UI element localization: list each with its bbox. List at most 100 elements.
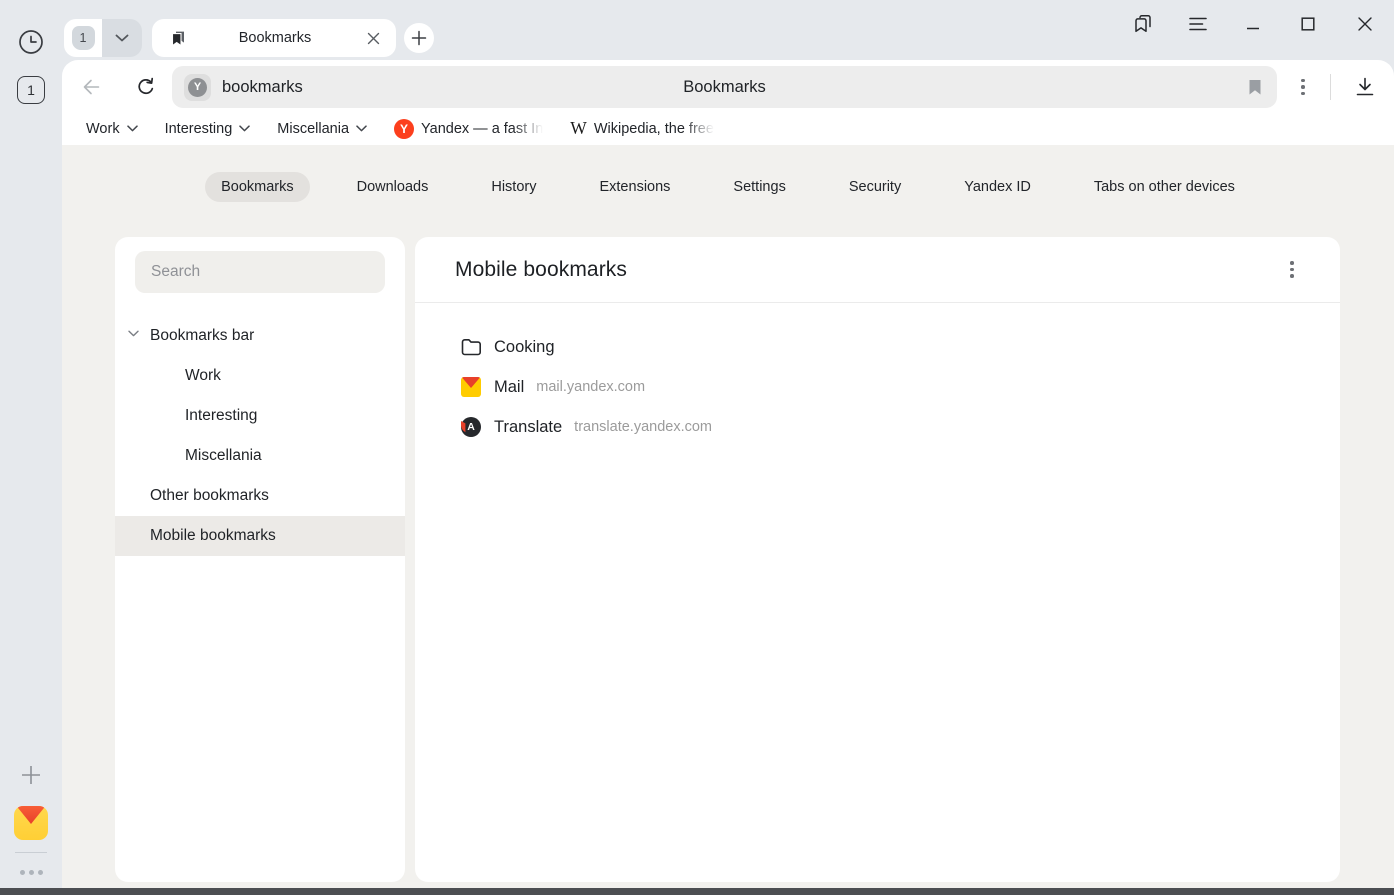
- url-text: bookmarks: [222, 78, 303, 97]
- tree-item-interesting[interactable]: Interesting: [115, 396, 405, 436]
- side-rail: 1: [0, 0, 62, 888]
- tree-item-label: Bookmarks bar: [150, 327, 254, 345]
- bookmark-label: Cooking: [494, 338, 555, 357]
- yandex-favicon: Y: [394, 119, 414, 139]
- tab-title: Bookmarks: [188, 30, 362, 46]
- bookmarks-list: Cooking Mail mail.yandex.com A Translate…: [415, 303, 1340, 447]
- wikipedia-favicon: W: [570, 118, 587, 139]
- side-panel-toggle-button[interactable]: [1123, 5, 1163, 43]
- bookmark-row-translate[interactable]: A Translate translate.yandex.com: [415, 407, 1340, 447]
- chevron-down-icon: [239, 125, 250, 132]
- tree-item-mobile-bookmarks[interactable]: Mobile bookmarks: [115, 516, 405, 556]
- tree-item-label: Miscellania: [185, 447, 262, 465]
- search-input[interactable]: [135, 251, 385, 293]
- bookmark-url: translate.yandex.com: [574, 419, 712, 435]
- rail-add-button[interactable]: [16, 760, 46, 790]
- back-button[interactable]: [76, 73, 104, 101]
- nav-tab-settings[interactable]: Settings: [717, 172, 801, 202]
- bookmarks-tab-icon: [169, 29, 188, 48]
- nav-tab-security[interactable]: Security: [833, 172, 917, 202]
- plus-icon: [20, 764, 42, 786]
- reload-icon: [135, 76, 157, 98]
- panel-title: Mobile bookmarks: [455, 258, 627, 282]
- bookmarks-bar: Work Interesting Miscellania Y Yandex — …: [62, 112, 1394, 145]
- chevron-down-icon: [356, 125, 367, 132]
- bookmark-url: mail.yandex.com: [536, 379, 645, 395]
- tab-group-control[interactable]: 1: [64, 19, 142, 57]
- browser-menu-button[interactable]: [1178, 5, 1218, 43]
- chevron-down-icon: [127, 125, 138, 132]
- tab-count-label: 1: [27, 82, 35, 98]
- yandex-favicon-letter: Y: [188, 78, 207, 97]
- nav-tab-yandex-id[interactable]: Yandex ID: [948, 172, 1047, 202]
- close-icon: [1357, 16, 1373, 32]
- downloads-button[interactable]: [1350, 73, 1380, 101]
- rail-more-button[interactable]: [14, 864, 48, 880]
- tab-group-count[interactable]: 1: [64, 19, 102, 57]
- minimize-icon: [1245, 16, 1261, 32]
- folder-label: Miscellania: [277, 121, 349, 137]
- hamburger-menu-icon: [1188, 16, 1208, 32]
- reload-button[interactable]: [132, 73, 160, 101]
- tree-item-other-bookmarks[interactable]: Other bookmarks: [115, 476, 405, 516]
- bookmarks-bar-folder-interesting[interactable]: Interesting: [165, 121, 251, 137]
- page-title: Bookmarks: [172, 78, 1277, 97]
- bookmark-row-cooking[interactable]: Cooking: [415, 327, 1340, 367]
- folder-label: Work: [86, 121, 120, 137]
- nav-tab-downloads[interactable]: Downloads: [341, 172, 445, 202]
- nav-tab-other-devices[interactable]: Tabs on other devices: [1078, 172, 1251, 202]
- yandex-mail-app-button[interactable]: [14, 806, 48, 840]
- bookmarks-bar-link-wikipedia[interactable]: W Wikipedia, the free: [570, 118, 714, 139]
- history-button[interactable]: [16, 27, 46, 57]
- manager-nav: Bookmarks Downloads History Extensions S…: [62, 172, 1394, 202]
- bookmarks-bar-folder-miscellania[interactable]: Miscellania: [277, 121, 367, 137]
- folder-icon: [460, 338, 482, 356]
- tree-item-label: Mobile bookmarks: [150, 527, 276, 545]
- active-tab-bookmarks[interactable]: Bookmarks: [152, 19, 396, 57]
- bookmark-row-mail[interactable]: Mail mail.yandex.com: [415, 367, 1340, 407]
- window-close-button[interactable]: [1345, 5, 1385, 43]
- clock-icon: [18, 29, 44, 55]
- yandex-translate-favicon: A: [460, 417, 482, 437]
- taskbar-edge: [0, 888, 1394, 895]
- rail-divider: [15, 852, 47, 853]
- address-bar[interactable]: Y bookmarks Bookmarks: [172, 66, 1277, 108]
- tree-item-bookmarks-bar[interactable]: Bookmarks bar: [115, 316, 405, 356]
- bookmarks-bar-folder-work[interactable]: Work: [86, 121, 138, 137]
- tab-strip: 1 Bookmarks: [62, 0, 1394, 60]
- folder-label: Interesting: [165, 121, 233, 137]
- bookmarks-bar-link-yandex[interactable]: Y Yandex — a fast In: [394, 119, 543, 139]
- bookmark-label: Yandex — a fast In: [421, 121, 543, 137]
- window-maximize-button[interactable]: [1288, 5, 1328, 43]
- tab-list-dropdown[interactable]: [102, 19, 142, 57]
- folder-tree: Bookmarks bar Work Interesting Miscellan…: [115, 316, 405, 556]
- tab-close-button[interactable]: [362, 27, 384, 49]
- page-content: Bookmarks Downloads History Extensions S…: [62, 145, 1394, 888]
- tree-item-miscellania[interactable]: Miscellania: [115, 436, 405, 476]
- bookmark-label: Wikipedia, the free: [594, 121, 714, 137]
- address-bar-menu-button[interactable]: [1289, 73, 1317, 101]
- panel-header: Mobile bookmarks: [415, 237, 1340, 303]
- ellipsis-icon: [20, 870, 25, 875]
- bookmarks-panel-icon: [1132, 13, 1154, 35]
- yandex-mail-icon: [14, 806, 48, 824]
- new-tab-button[interactable]: [404, 23, 434, 53]
- bookmark-label: Mail: [494, 378, 524, 397]
- chevron-down-icon: [115, 34, 129, 42]
- tree-item-label: Work: [185, 367, 221, 385]
- kebab-menu-icon: [1290, 261, 1294, 278]
- tab-count-button[interactable]: 1: [17, 76, 45, 104]
- nav-tab-bookmarks[interactable]: Bookmarks: [205, 172, 310, 202]
- tree-item-work[interactable]: Work: [115, 356, 405, 396]
- kebab-menu-icon: [1301, 79, 1305, 96]
- folders-sidebar: Bookmarks bar Work Interesting Miscellan…: [115, 237, 405, 882]
- bookmarks-list-panel: Mobile bookmarks Cooking Mail: [415, 237, 1340, 882]
- nav-tab-history[interactable]: History: [475, 172, 552, 202]
- bookmark-page-button[interactable]: [1247, 78, 1263, 96]
- back-arrow-icon: [79, 76, 101, 98]
- plus-icon: [411, 30, 427, 46]
- tab-group-badge: 1: [72, 26, 95, 50]
- nav-tab-extensions[interactable]: Extensions: [583, 172, 686, 202]
- panel-menu-button[interactable]: [1278, 256, 1306, 284]
- window-minimize-button[interactable]: [1233, 5, 1273, 43]
